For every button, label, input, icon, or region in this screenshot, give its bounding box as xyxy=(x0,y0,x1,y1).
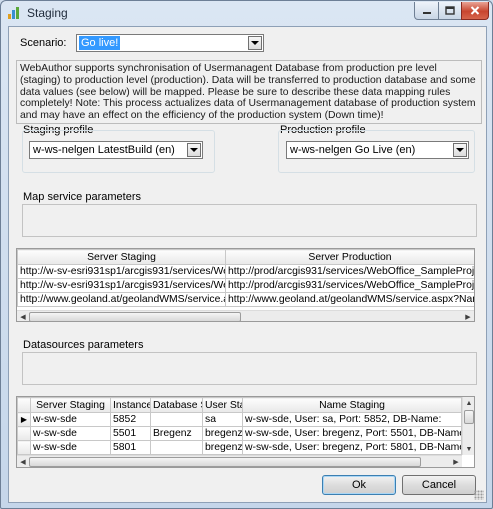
datasources-horizontal-scrollbar[interactable]: ◀ ▶ xyxy=(17,455,462,467)
production-profile-dropdown-button[interactable] xyxy=(453,143,467,157)
production-profile-value: w-ws-nelgen Go Live (en) xyxy=(290,144,416,156)
cell-user-staging[interactable]: sa xyxy=(202,412,243,427)
cell-name-staging[interactable]: w-sw-sde, User: bregenz, Port: 5801, DB-… xyxy=(242,440,462,455)
chevron-down-icon xyxy=(190,148,198,152)
scroll-thumb[interactable] xyxy=(29,312,241,321)
datasources-label: Datasources parameters xyxy=(23,339,144,351)
staging-window: Staging Scenario: Go live! WebAuthor sup… xyxy=(0,0,493,509)
scroll-down-icon[interactable]: ▼ xyxy=(463,443,474,455)
cell-server-staging[interactable]: w-sw-sde xyxy=(30,412,111,427)
table-row[interactable]: http://www.geoland.at/geolandWMS/service… xyxy=(17,292,474,307)
datasources-vertical-scrollbar[interactable]: ▲ ▼ xyxy=(462,397,474,455)
scenario-value: Go live! xyxy=(79,36,121,50)
table-row[interactable]: ▶ w-sw-sde 5852 sa w-sw-sde, User: sa, P… xyxy=(17,412,462,427)
close-button[interactable] xyxy=(461,2,489,20)
description-text: WebAuthor supports synchronisation of Us… xyxy=(16,60,482,124)
minimize-button[interactable] xyxy=(414,2,439,20)
cell-server-staging[interactable]: http://w-sv-esri931sp1/arcgis931/service… xyxy=(17,264,226,279)
title-bar[interactable]: Staging xyxy=(1,1,492,25)
table-row[interactable]: w-sw-sde 5801 bregenz w-sw-sde, User: br… xyxy=(17,440,462,455)
column-header-server-staging[interactable]: Server Staging xyxy=(30,397,111,413)
dialog-body: Scenario: Go live! WebAuthor supports sy… xyxy=(8,26,487,503)
chevron-down-icon xyxy=(456,148,464,152)
app-logo-icon xyxy=(8,7,19,19)
scroll-left-icon[interactable]: ◀ xyxy=(17,456,29,467)
cell-database-staging[interactable] xyxy=(150,412,203,427)
maximize-button[interactable] xyxy=(438,2,462,20)
scroll-left-icon[interactable]: ◀ xyxy=(17,311,29,321)
cell-server-production[interactable]: http://www.geoland.at/geolandWMS/service… xyxy=(225,292,474,307)
cancel-button[interactable]: Cancel xyxy=(402,475,476,495)
cell-server-staging[interactable]: http://w-sv-esri931sp1/arcgis931/service… xyxy=(17,278,226,293)
table-row[interactable]: http://w-sv-esri931sp1/arcgis931/service… xyxy=(17,278,474,293)
current-row-indicator-icon[interactable]: ▶ xyxy=(17,412,31,427)
column-header-user-staging[interactable]: User Sta xyxy=(202,397,243,413)
scenario-dropdown-button[interactable] xyxy=(248,36,262,50)
map-service-horizontal-scrollbar[interactable]: ◀ ▶ xyxy=(17,310,474,321)
datasources-grid[interactable]: Server Staging Instance Database St User… xyxy=(16,396,475,468)
map-service-parameters-box xyxy=(22,204,477,237)
column-header-server-staging[interactable]: Server Staging xyxy=(17,249,226,265)
cell-instance[interactable]: 5801 xyxy=(110,440,151,455)
table-row[interactable]: http://w-sv-esri931sp1/arcgis931/service… xyxy=(17,264,474,279)
row-header[interactable] xyxy=(17,440,31,455)
cell-database-staging[interactable]: Bregenz xyxy=(150,426,203,441)
scroll-right-icon[interactable]: ▶ xyxy=(450,456,462,467)
ok-button[interactable]: Ok xyxy=(322,475,396,495)
scroll-thumb[interactable] xyxy=(464,410,474,424)
cell-name-staging[interactable]: w-sw-sde, User: bregenz, Port: 5501, DB-… xyxy=(242,426,462,441)
close-icon xyxy=(470,6,480,15)
chevron-down-icon xyxy=(251,41,259,45)
cell-server-staging[interactable]: w-sw-sde xyxy=(30,440,111,455)
resize-grip-icon[interactable] xyxy=(474,490,484,500)
cell-server-production[interactable]: http://prod/arcgis931/services/WebOffice… xyxy=(225,278,474,293)
production-profile-combobox[interactable]: w-ws-nelgen Go Live (en) xyxy=(286,141,469,159)
column-header-server-production[interactable]: Server Production xyxy=(225,249,474,265)
minimize-icon xyxy=(422,11,431,14)
scroll-thumb[interactable] xyxy=(29,457,421,467)
map-service-grid[interactable]: Server Staging Server Production http://… xyxy=(16,248,475,322)
maximize-icon xyxy=(445,6,455,15)
row-header-corner xyxy=(17,397,31,413)
cell-server-production[interactable]: http://prod/arcgis931/services/WebOffice… xyxy=(225,264,474,279)
cell-name-staging[interactable]: w-sw-sde, User: sa, Port: 5852, DB-Name: xyxy=(242,412,462,427)
column-header-database-staging[interactable]: Database St xyxy=(150,397,203,413)
cell-server-staging[interactable]: http://www.geoland.at/geolandWMS/service… xyxy=(17,292,226,307)
cell-instance[interactable]: 5852 xyxy=(110,412,151,427)
column-header-instance[interactable]: Instance xyxy=(110,397,151,413)
staging-profile-dropdown-button[interactable] xyxy=(187,143,201,157)
cell-database-staging[interactable] xyxy=(150,440,203,455)
table-row[interactable]: w-sw-sde 5501 Bregenz bregenz w-sw-sde, … xyxy=(17,426,462,441)
scenario-combobox[interactable]: Go live! xyxy=(76,34,264,52)
scroll-up-icon[interactable]: ▲ xyxy=(463,397,474,409)
window-title: Staging xyxy=(27,6,68,20)
cell-user-staging[interactable]: bregenz xyxy=(202,440,243,455)
cell-user-staging[interactable]: bregenz xyxy=(202,426,243,441)
map-service-label: Map service parameters xyxy=(23,191,141,203)
staging-profile-combobox[interactable]: w-ws-nelgen LatestBuild (en) xyxy=(29,141,203,159)
scenario-label: Scenario: xyxy=(20,37,67,49)
cell-instance[interactable]: 5501 xyxy=(110,426,151,441)
scroll-right-icon[interactable]: ▶ xyxy=(462,311,474,321)
cell-server-staging[interactable]: w-sw-sde xyxy=(30,426,111,441)
column-header-name-staging[interactable]: Name Staging xyxy=(242,397,462,413)
row-header[interactable] xyxy=(17,426,31,441)
staging-profile-value: w-ws-nelgen LatestBuild (en) xyxy=(33,144,175,156)
datasources-parameters-box xyxy=(22,352,477,385)
